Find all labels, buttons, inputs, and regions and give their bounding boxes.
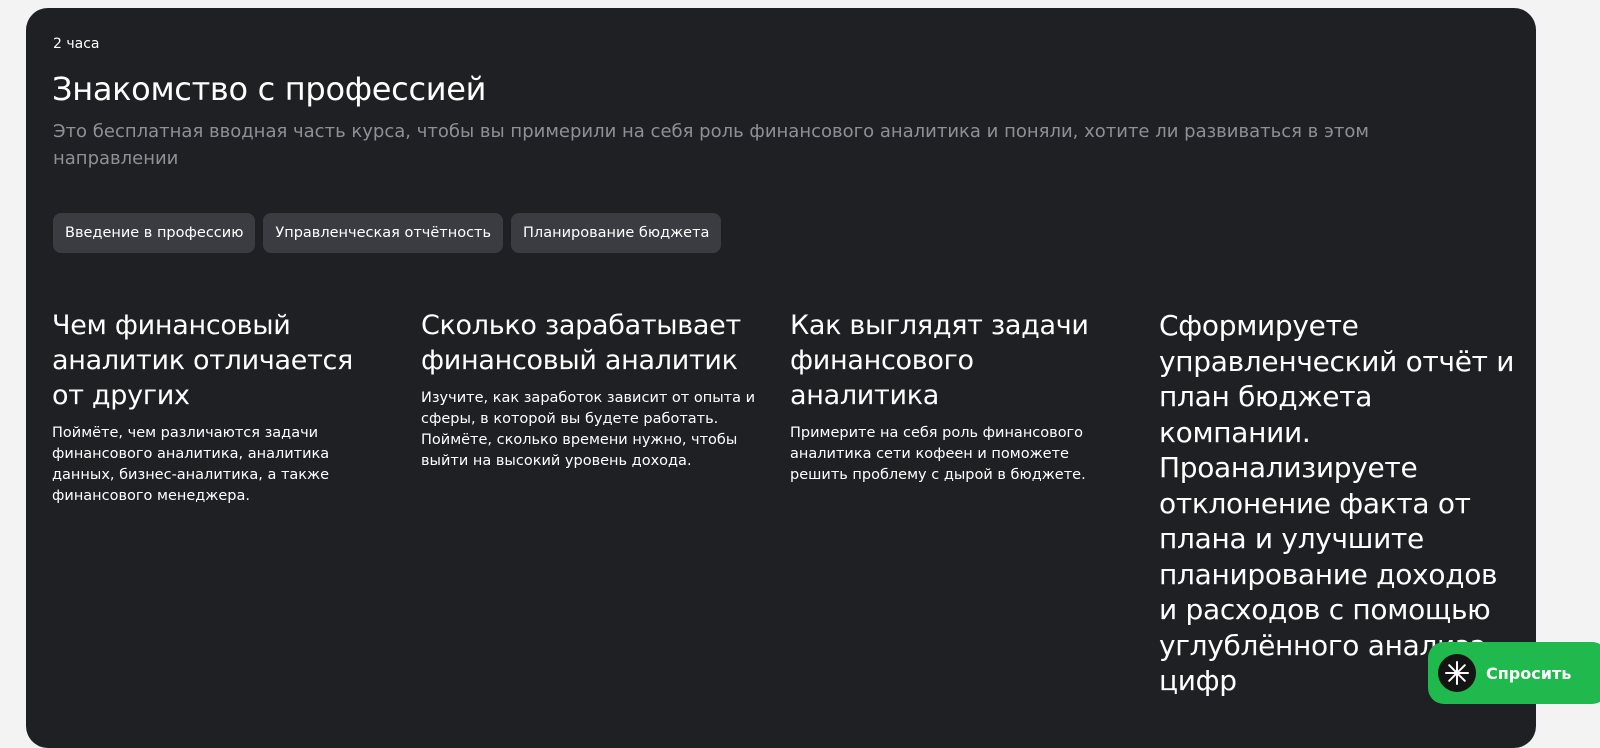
feature-column-3: Как выглядят задачи финансового аналитик…: [790, 308, 1130, 486]
ask-assistant-button[interactable]: Спросить: [1428, 642, 1600, 704]
tag-budget-planning[interactable]: Планирование бюджета: [511, 213, 722, 253]
feature-description: Примерите на себя роль финансового анали…: [790, 425, 1086, 483]
duration-label: 2 часа: [53, 36, 100, 52]
feature-column-4: Сформируете управленческий отчёт и план …: [1159, 308, 1519, 699]
section-title: Знакомство с профессией: [52, 70, 487, 108]
feature-description: Поймёте, чем различаются задачи финансов…: [52, 425, 330, 504]
feature-heading: Сколько зарабатывает финансовый аналитик: [421, 310, 741, 376]
tag-management-reporting[interactable]: Управленческая отчётность: [263, 213, 504, 253]
course-section-card: 2 часа Знакомство с профессией Это беспл…: [26, 8, 1536, 748]
section-subtitle: Это бесплатная вводная часть курса, чтоб…: [53, 121, 1369, 169]
feature-heading: Чем финансовый аналитик отличается от др…: [52, 310, 353, 411]
feature-heading: Сформируете управленческий отчёт и план …: [1159, 309, 1515, 697]
topic-tags: Введение в профессию Управленческая отчё…: [53, 213, 722, 253]
tag-introduction[interactable]: Введение в профессию: [53, 213, 256, 253]
ask-button-label: Спросить: [1486, 663, 1572, 683]
feature-column-1: Чем финансовый аналитик отличается от др…: [52, 308, 392, 507]
feature-description: Изучите, как заработок зависит от опыта …: [421, 390, 756, 469]
sparkle-icon: [1438, 654, 1476, 692]
feature-heading: Как выглядят задачи финансового аналитик…: [790, 310, 1089, 411]
feature-column-2: Сколько зарабатывает финансовый аналитик…: [421, 308, 766, 472]
